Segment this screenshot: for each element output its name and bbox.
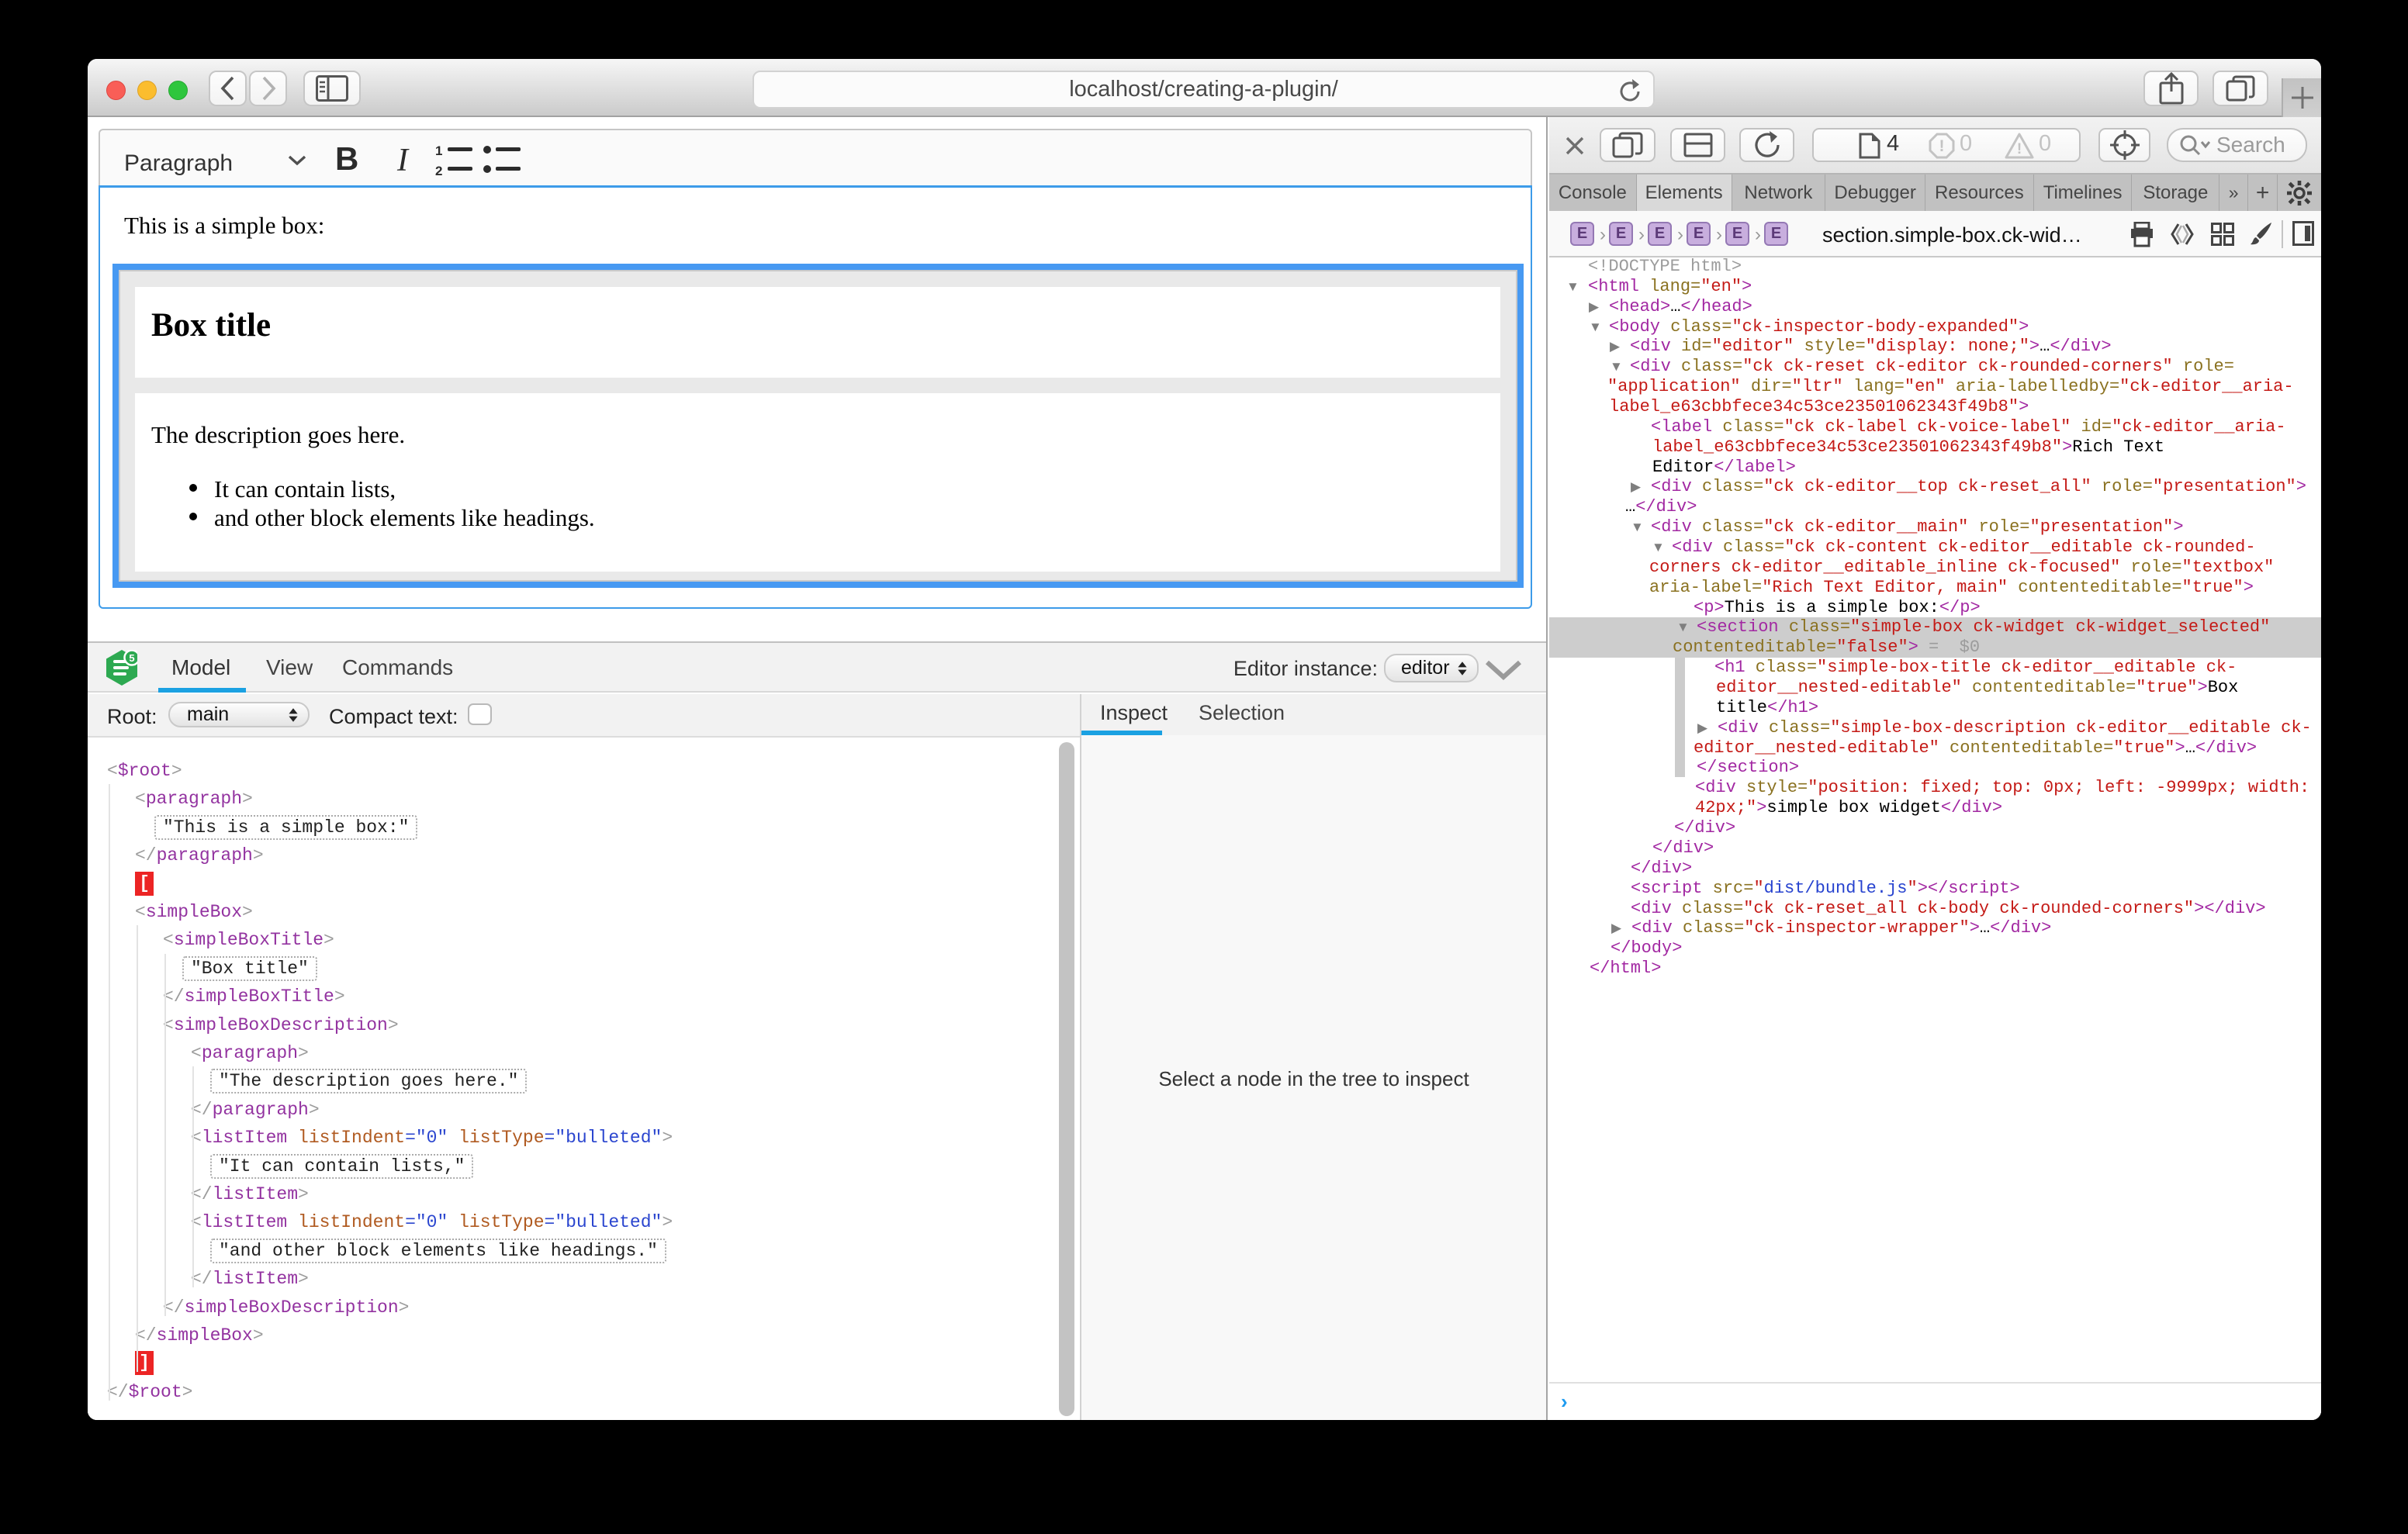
svg-text:5: 5 (129, 652, 134, 664)
svg-text:!: ! (1939, 137, 1945, 155)
svg-text:2: 2 (435, 164, 442, 177)
svg-text:!: ! (2017, 141, 2022, 157)
svg-text:1: 1 (435, 143, 442, 158)
